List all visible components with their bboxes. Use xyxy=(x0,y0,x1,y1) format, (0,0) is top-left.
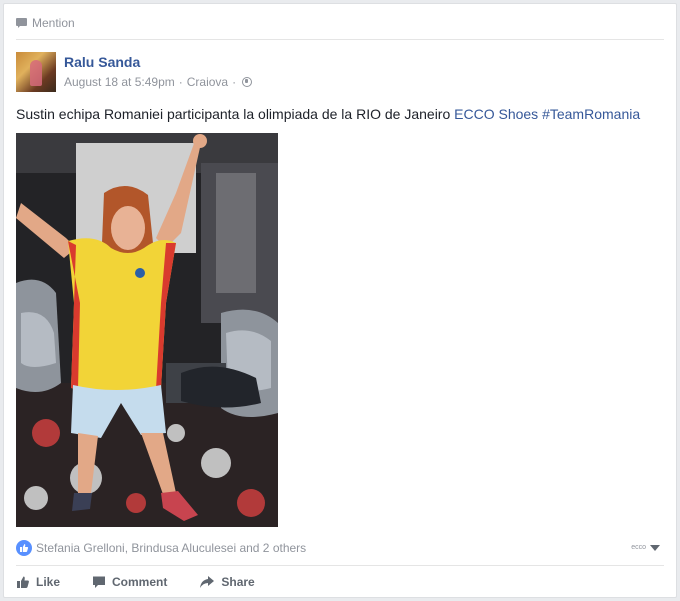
reactions-text[interactable]: Stefania Grelloni, Brindusa Aluculesei a… xyxy=(36,541,306,555)
post-timestamp[interactable]: August 18 at 5:49pm xyxy=(64,75,175,89)
speech-bubble-icon xyxy=(16,17,27,29)
actions-divider xyxy=(16,565,664,566)
post-text: Sustin echipa Romaniei participanta la o… xyxy=(16,105,666,123)
share-button[interactable]: Share xyxy=(199,575,255,589)
globe-icon[interactable] xyxy=(242,77,253,87)
share-label: Share xyxy=(221,575,255,589)
chevron-down-icon[interactable] xyxy=(650,544,660,551)
comment-button[interactable]: Comment xyxy=(92,575,167,589)
author-name[interactable]: Ralu Sanda xyxy=(64,54,140,70)
action-bar: Like Comment Share xyxy=(16,572,287,592)
like-icon xyxy=(16,540,32,556)
like-button[interactable]: Like xyxy=(16,575,60,589)
hashtag-link[interactable]: #TeamRomania xyxy=(542,106,640,122)
page-selector-label: ecco xyxy=(631,544,646,551)
thumbs-up-icon xyxy=(17,576,29,588)
post-location[interactable]: Craiova xyxy=(187,75,228,89)
post-meta: August 18 at 5:49pm · Craiova · xyxy=(64,75,253,89)
mention-label: Mention xyxy=(32,16,75,30)
like-label: Like xyxy=(36,575,61,589)
reactions-summary[interactable]: Stefania Grelloni, Brindusa Aluculesei a… xyxy=(16,540,306,556)
post-card: Mention Ralu Sanda August 18 at 5:49pm ·… xyxy=(3,3,677,598)
comment-label: Comment xyxy=(112,575,168,589)
header-divider xyxy=(16,39,664,40)
mention-header: Mention xyxy=(16,13,75,33)
post-text-body: Sustin echipa Romaniei participanta la o… xyxy=(16,106,455,122)
page-selector[interactable]: ecco xyxy=(631,544,660,551)
comment-icon xyxy=(93,576,106,588)
page-link[interactable]: ECCO Shoes xyxy=(454,106,538,122)
avatar[interactable] xyxy=(16,52,56,92)
post-photo[interactable] xyxy=(16,133,278,527)
meta-separator: · xyxy=(232,75,237,89)
meta-separator: · xyxy=(178,75,183,89)
photo-illustration xyxy=(16,133,278,527)
share-arrow-icon xyxy=(200,576,215,588)
